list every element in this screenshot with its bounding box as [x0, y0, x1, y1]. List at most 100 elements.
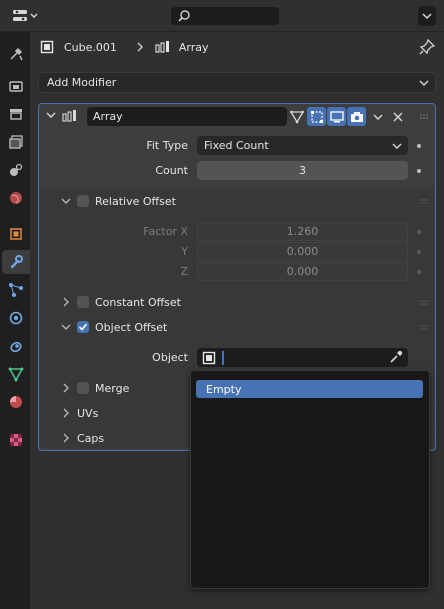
- chevron-right-icon: [63, 408, 69, 418]
- merge-checkbox[interactable]: [77, 382, 89, 394]
- tab-scene[interactable]: [4, 158, 28, 182]
- fit-type-value: Fixed Count: [204, 139, 269, 152]
- relative-offset-header[interactable]: Relative Offset: [40, 189, 434, 213]
- keyframe-dot[interactable]: [417, 270, 421, 274]
- edit-cage-toggle[interactable]: [287, 107, 306, 126]
- tab-modifiers[interactable]: [2, 250, 30, 274]
- options-dropdown-button[interactable]: [418, 6, 436, 26]
- array-modifier-icon: [155, 41, 169, 53]
- modifier-name-text: Array: [93, 110, 123, 123]
- modifier-name-input[interactable]: Array: [87, 107, 287, 126]
- pin-icon[interactable]: [418, 38, 436, 56]
- count-field[interactable]: 3: [197, 161, 408, 180]
- tab-constraints[interactable]: [4, 334, 28, 358]
- drag-handle-icon[interactable]: [420, 300, 430, 306]
- constant-offset-checkbox[interactable]: [77, 296, 89, 308]
- add-modifier-dropdown[interactable]: Add Modifier: [38, 72, 436, 93]
- keyframe-dot[interactable]: [417, 250, 421, 254]
- render-icon: [9, 81, 23, 92]
- breadcrumb-object: Cube.001: [64, 40, 117, 54]
- factor-x-value: 1.260: [286, 225, 319, 238]
- edit-mode-toggle[interactable]: [307, 107, 326, 126]
- tab-physics[interactable]: [4, 306, 28, 330]
- chevron-down-icon: [61, 198, 71, 204]
- wrench-icon: [10, 255, 23, 269]
- editor-type-button[interactable]: [8, 6, 42, 26]
- world-icon: [10, 192, 22, 204]
- constraints-icon: [10, 341, 22, 353]
- drag-handle-icon[interactable]: [420, 199, 430, 205]
- keyframe-dot[interactable]: [417, 230, 421, 234]
- tab-tool[interactable]: [4, 42, 28, 66]
- text-cursor: [222, 350, 224, 365]
- checkmark-icon: [78, 323, 88, 331]
- factor-z-label: Z: [180, 265, 188, 278]
- view-layer-icon: [9, 135, 23, 149]
- chevron-right-icon: [63, 297, 69, 307]
- drag-handle-icon[interactable]: [420, 325, 430, 331]
- viewport-toggle[interactable]: [327, 107, 346, 126]
- search-icon: [178, 10, 190, 22]
- output-icon: [10, 109, 22, 120]
- tab-material[interactable]: [4, 390, 28, 414]
- object-icon: [40, 40, 54, 54]
- object-offset-header[interactable]: Object Offset: [40, 315, 434, 339]
- dropdown-item-empty[interactable]: Empty: [196, 380, 423, 398]
- breadcrumb-modifier: Array: [178, 40, 209, 54]
- chevron-down-icon: [419, 80, 429, 86]
- object-search-popup: [190, 370, 430, 589]
- eyedropper-icon[interactable]: [389, 350, 403, 364]
- tab-texture[interactable]: [4, 428, 28, 452]
- merge-label: Merge: [95, 381, 130, 395]
- keyframe-dot[interactable]: [417, 144, 421, 148]
- relative-offset-label: Relative Offset: [95, 194, 176, 208]
- object-offset-checkbox[interactable]: [77, 321, 89, 333]
- tab-world[interactable]: [4, 186, 28, 210]
- remove-modifier-button[interactable]: [388, 107, 407, 126]
- properties-tab-bar: [0, 32, 30, 609]
- tab-object-data[interactable]: [4, 362, 28, 386]
- chevron-down-icon: [61, 324, 71, 330]
- properties-editor-icon: [13, 10, 38, 21]
- relative-offset-checkbox[interactable]: [77, 195, 89, 207]
- modifier-menu-button[interactable]: [368, 107, 387, 126]
- breadcrumb: Cube.001 Array: [40, 36, 209, 58]
- tab-object[interactable]: [4, 222, 28, 246]
- object-field[interactable]: [197, 348, 408, 367]
- fit-type-label: Fit Type: [146, 139, 188, 152]
- factor-y-label: Y: [181, 245, 188, 258]
- chevron-down-icon: [392, 143, 402, 149]
- tab-output[interactable]: [4, 102, 28, 126]
- edit-mode-icon: [310, 110, 323, 123]
- mesh-data-icon: [8, 367, 24, 382]
- factor-y-field[interactable]: 0.000: [197, 242, 408, 261]
- object-label: Object: [152, 351, 188, 364]
- factor-z-field[interactable]: 0.000: [197, 262, 408, 281]
- fit-type-select[interactable]: Fixed Count: [197, 136, 408, 155]
- tab-render[interactable]: [4, 74, 28, 98]
- monitor-icon: [329, 110, 344, 122]
- physics-icon: [9, 311, 23, 325]
- keyframe-dot[interactable]: [417, 169, 421, 173]
- collapse-chevron-icon[interactable]: [46, 111, 56, 119]
- drag-handle-icon[interactable]: [420, 114, 430, 120]
- scene-icon: [10, 163, 23, 176]
- add-modifier-label: Add Modifier: [47, 76, 117, 89]
- factor-z-value: 0.000: [286, 265, 319, 278]
- constant-offset-label: Constant Offset: [95, 295, 181, 309]
- constant-offset-header[interactable]: Constant Offset: [40, 290, 434, 314]
- particles-icon: [9, 283, 23, 297]
- tab-particles[interactable]: [4, 278, 28, 302]
- chevron-right-icon: [63, 383, 69, 393]
- close-icon: [393, 112, 402, 121]
- texture-icon: [10, 434, 22, 446]
- tab-view-layer[interactable]: [4, 130, 28, 154]
- factor-x-field[interactable]: 1.260: [197, 222, 408, 241]
- chevron-down-icon: [373, 114, 382, 120]
- count-value: 3: [299, 164, 306, 177]
- render-toggle[interactable]: [347, 107, 366, 126]
- uvs-label: UVs: [77, 406, 99, 420]
- object-icon: [202, 351, 216, 364]
- caps-label: Caps: [77, 431, 105, 445]
- dropdown-item-label: Empty: [206, 382, 242, 396]
